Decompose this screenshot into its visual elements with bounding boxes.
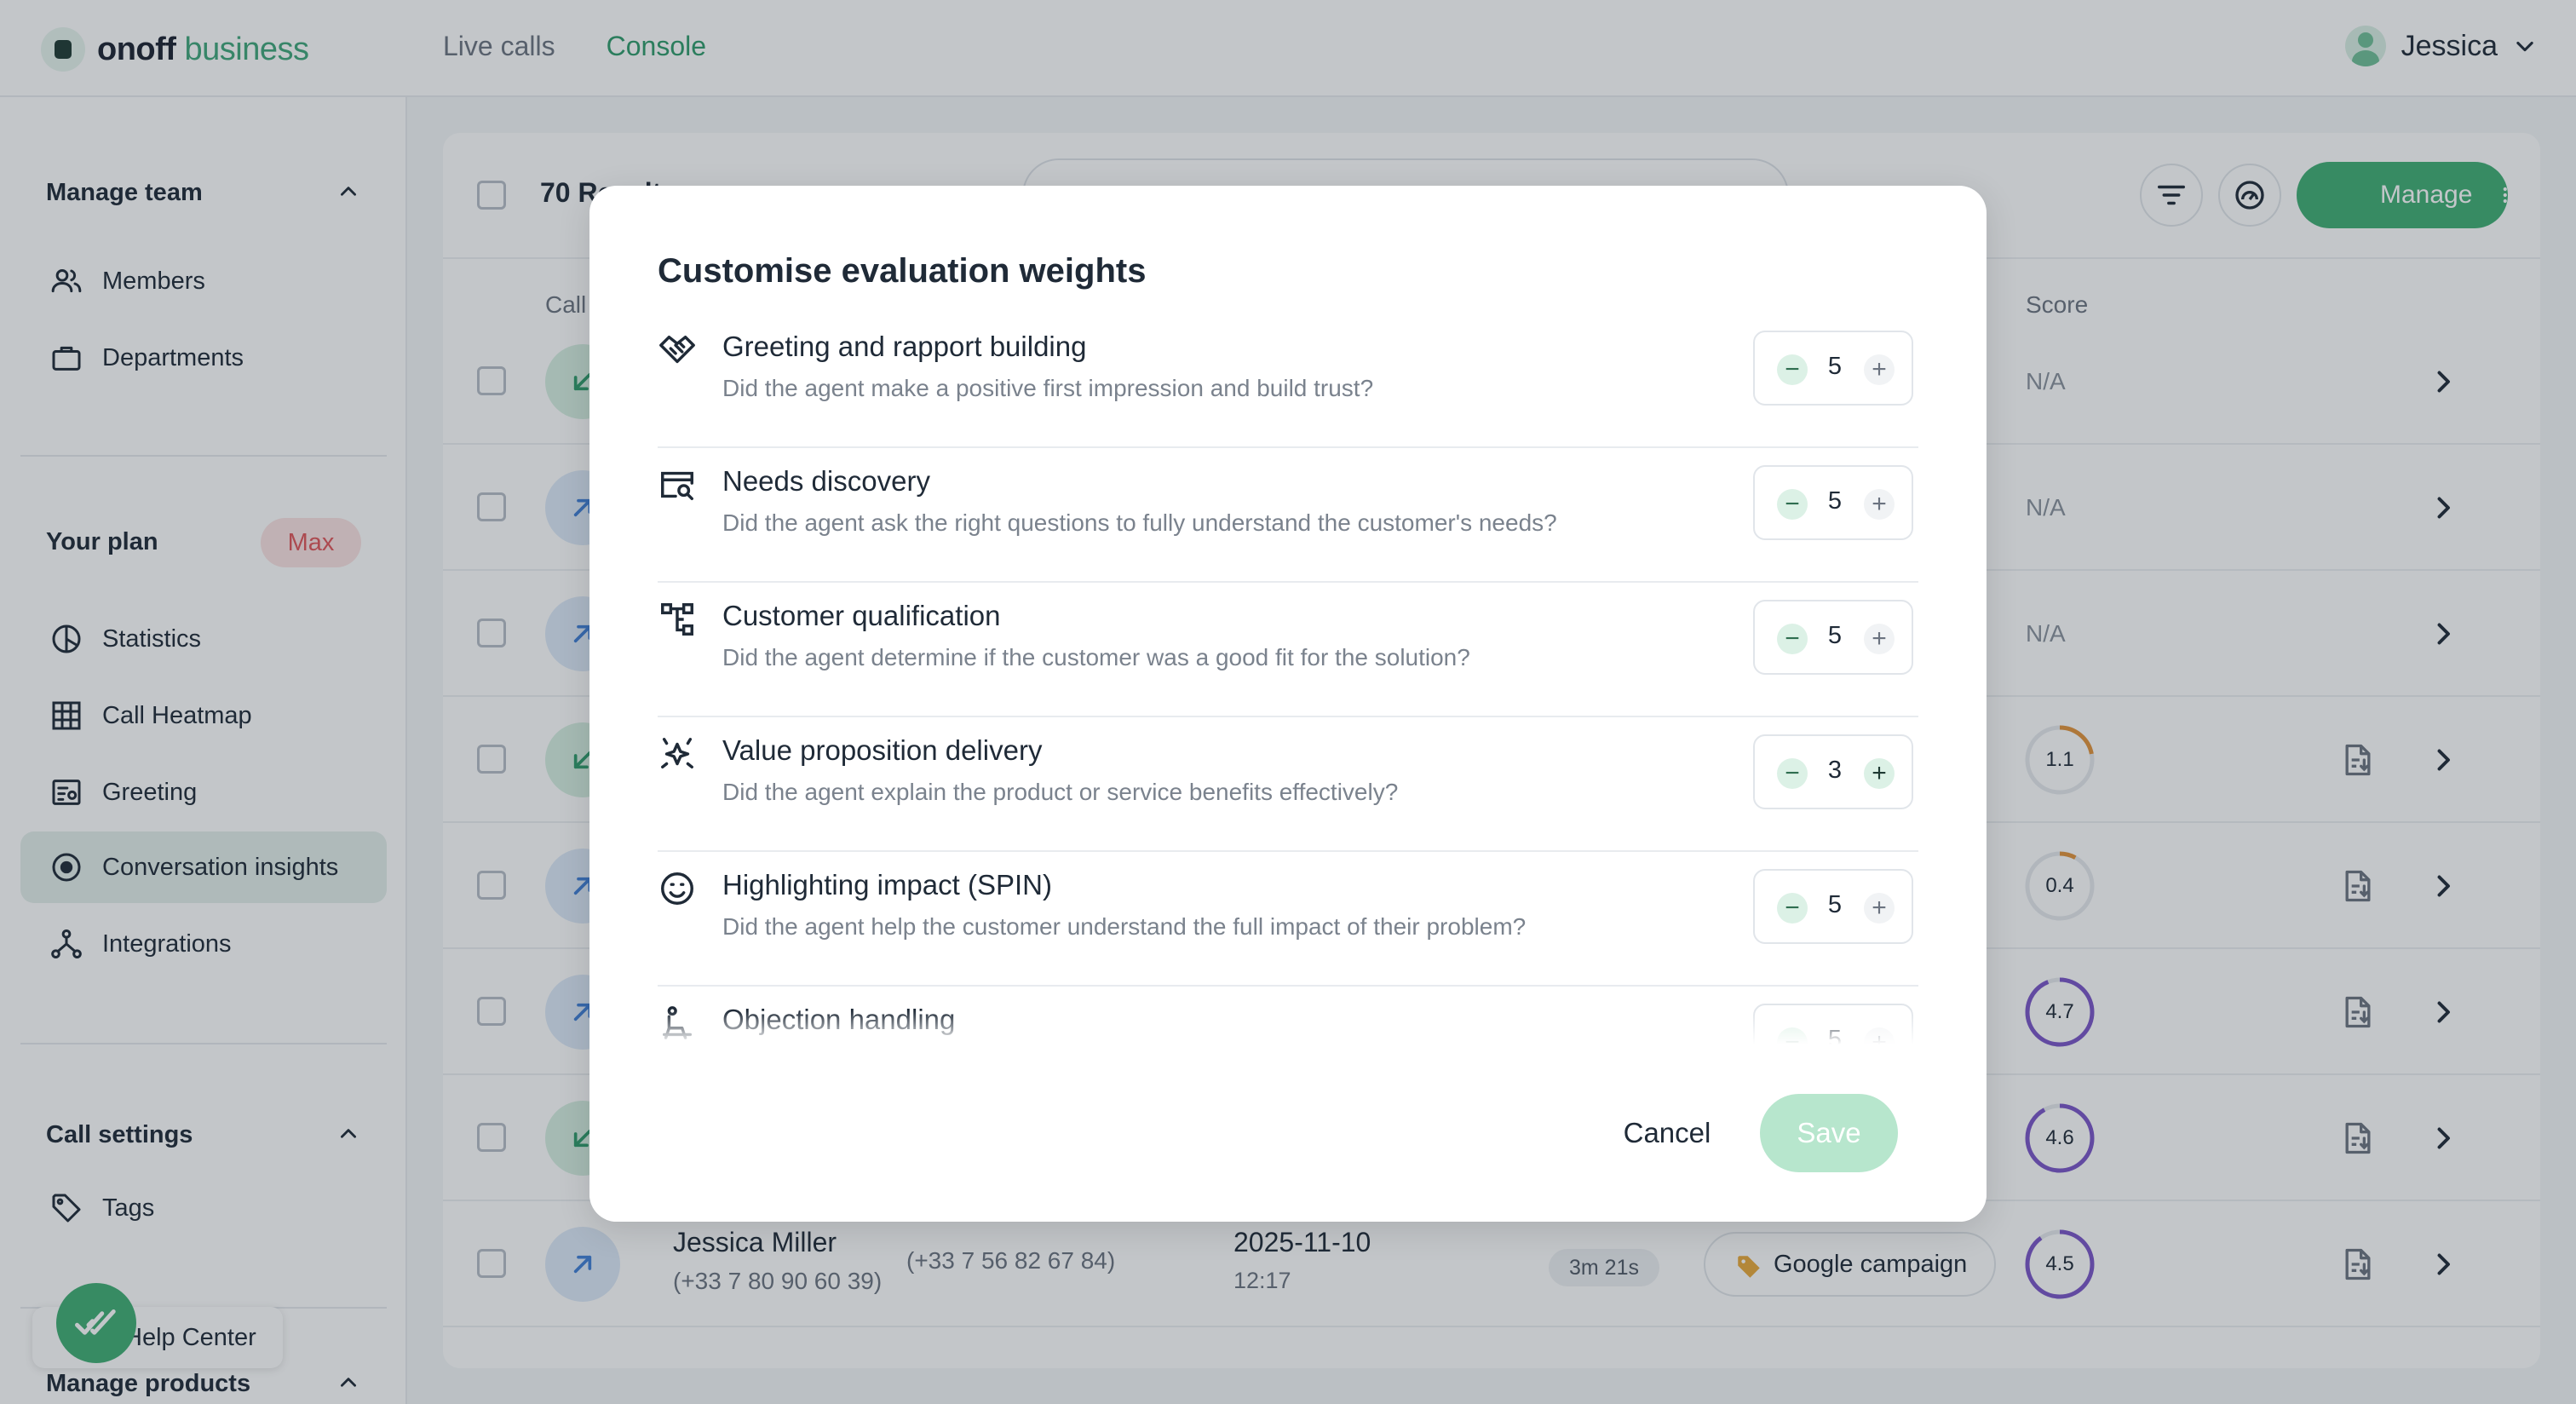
criterion-row: Value proposition delivery Did the agent… — [658, 717, 1918, 852]
criterion-name: Greeting and rapport building — [722, 331, 1087, 362]
smiley-icon — [661, 872, 693, 905]
decrease-button[interactable]: − — [1777, 624, 1808, 654]
handshake-icon — [659, 335, 695, 364]
decrease-button[interactable]: − — [1777, 893, 1808, 924]
weight-value[interactable]: 5 — [1814, 487, 1855, 515]
criterion-name: Highlighting impact (SPIN) — [722, 869, 1052, 901]
criterion-description: Did the agent help the customer understa… — [722, 913, 1527, 940]
criterion-description: Did the agent explain the product or ser… — [722, 779, 1399, 805]
increase-button[interactable]: + — [1864, 354, 1895, 385]
criterion-description: Did the agent determine if the customer … — [722, 644, 1470, 670]
decrease-button[interactable]: − — [1777, 489, 1808, 520]
criteria-list[interactable]: Greeting and rapport building Did the ag… — [658, 314, 1918, 1044]
increase-button[interactable]: + — [1864, 758, 1895, 789]
weight-value[interactable]: 3 — [1814, 757, 1855, 785]
weight-value[interactable]: 5 — [1814, 891, 1855, 919]
criterion-row: Highlighting impact (SPIN) Did the agent… — [658, 852, 1918, 987]
sparkle-icon — [661, 738, 693, 769]
evaluation-weights-dialog: Customise evaluation weights Greeting an… — [589, 186, 1987, 1222]
criterion-row: Needs discovery Did the agent ask the ri… — [658, 448, 1918, 583]
weight-stepper: − 5 + — [1753, 869, 1913, 944]
criterion-name: Customer qualification — [722, 600, 1001, 631]
criterion-row: Greeting and rapport building Did the ag… — [658, 314, 1918, 448]
decrease-button[interactable]: − — [1777, 354, 1808, 385]
criterion-description: Did the agent ask the right questions to… — [722, 509, 1557, 536]
weight-stepper: − 3 + — [1753, 734, 1913, 809]
weight-value[interactable]: 5 — [1814, 622, 1855, 650]
dialog-footer: Cancel Save — [589, 1044, 1987, 1222]
cancel-button[interactable]: Cancel — [1603, 1099, 1731, 1167]
weight-stepper: − 5 + — [1753, 331, 1913, 406]
weight-stepper: − 5 + — [1753, 465, 1913, 540]
decrease-button[interactable]: − — [1777, 758, 1808, 789]
criterion-name: Needs discovery — [722, 465, 930, 497]
hierarchy-icon — [661, 603, 693, 636]
criterion-row: Customer qualification Did the agent det… — [658, 583, 1918, 717]
increase-button[interactable]: + — [1864, 893, 1895, 924]
criterion-description: Did the agent make a positive first impr… — [722, 375, 1374, 401]
increase-button[interactable]: + — [1864, 489, 1895, 520]
weight-stepper: − 5 + — [1753, 600, 1913, 675]
save-button[interactable]: Save — [1760, 1094, 1898, 1172]
criterion-name: Value proposition delivery — [722, 734, 1043, 766]
search-window-icon — [661, 471, 693, 501]
scroll-fade — [589, 1010, 1987, 1044]
increase-button[interactable]: + — [1864, 624, 1895, 654]
weight-value[interactable]: 5 — [1814, 353, 1855, 381]
dialog-title: Customise evaluation weights — [658, 252, 1147, 290]
